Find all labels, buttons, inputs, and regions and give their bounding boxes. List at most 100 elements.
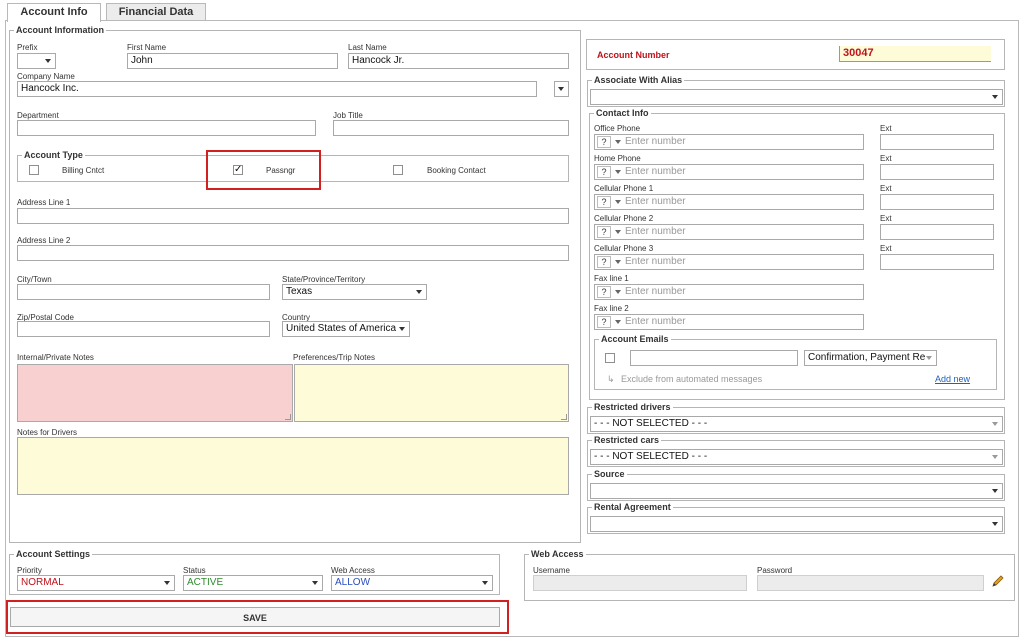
account-number-input[interactable]: 30047 bbox=[839, 46, 991, 62]
booking-contact-checkbox[interactable] bbox=[393, 165, 403, 175]
zip-input[interactable] bbox=[17, 321, 270, 337]
billing-contact-label: Billing Cntct bbox=[62, 166, 105, 175]
address1-label: Address Line 1 bbox=[17, 198, 71, 207]
password-input[interactable] bbox=[757, 575, 984, 591]
ext-input[interactable] bbox=[880, 254, 994, 270]
rental-agreement-select[interactable] bbox=[590, 516, 1003, 532]
save-highlight-box bbox=[6, 600, 509, 634]
priority-select[interactable]: NORMAL bbox=[17, 575, 175, 591]
username-label: Username bbox=[533, 566, 570, 575]
phone-input[interactable]: ? Enter number bbox=[594, 314, 864, 330]
country-code-select[interactable]: ? bbox=[597, 166, 611, 178]
ext-input[interactable] bbox=[880, 194, 994, 210]
tab-financial-data[interactable]: Financial Data bbox=[106, 3, 206, 21]
chevron-down-icon[interactable] bbox=[615, 200, 621, 204]
chevron-down-icon[interactable] bbox=[615, 170, 621, 174]
country-code-select[interactable]: ? bbox=[597, 286, 611, 298]
resize-grip-icon[interactable] bbox=[285, 414, 291, 420]
phone-input[interactable]: ? Enter number bbox=[594, 224, 864, 240]
chevron-down-icon[interactable] bbox=[615, 320, 621, 324]
ext-input[interactable] bbox=[880, 224, 994, 240]
associate-alias-legend: Associate With Alias bbox=[594, 75, 683, 85]
ext-input[interactable] bbox=[880, 134, 994, 150]
phone-placeholder: Enter number bbox=[625, 136, 686, 147]
pencil-edit-icon[interactable] bbox=[990, 573, 1006, 589]
department-input[interactable] bbox=[17, 120, 316, 136]
restricted-cars-select[interactable]: - - - NOT SELECTED - - - bbox=[590, 449, 1003, 465]
account-emails-legend: Account Emails bbox=[601, 334, 669, 344]
email-input[interactable] bbox=[630, 350, 798, 366]
restricted-drivers-legend: Restricted drivers bbox=[594, 402, 671, 412]
phone-label: Cellular Phone 2 bbox=[594, 214, 654, 223]
status-select[interactable]: ACTIVE bbox=[183, 575, 323, 591]
phone-input[interactable]: ? Enter number bbox=[594, 284, 864, 300]
phone-label: Fax line 2 bbox=[594, 304, 629, 313]
ext-label: Ext bbox=[880, 154, 892, 163]
last-name-label: Last Name bbox=[348, 43, 387, 52]
preferences-notes-textarea[interactable] bbox=[294, 364, 569, 422]
country-code-select[interactable]: ? bbox=[597, 316, 611, 328]
billing-contact-checkbox[interactable] bbox=[29, 165, 39, 175]
phone-label: Home Phone bbox=[594, 154, 641, 163]
prefix-select[interactable] bbox=[17, 53, 56, 69]
country-code-select[interactable]: ? bbox=[597, 196, 611, 208]
associate-alias-select[interactable] bbox=[590, 89, 1003, 105]
job-title-label: Job Title bbox=[333, 111, 363, 120]
username-input[interactable] bbox=[533, 575, 747, 591]
company-name-input[interactable]: Hancock Inc. bbox=[17, 81, 537, 97]
ext-label: Ext bbox=[880, 124, 892, 133]
account-type-legend: Account Type bbox=[24, 150, 83, 160]
email-checkbox[interactable] bbox=[605, 353, 615, 363]
exclude-messages-label: Exclude from automated messages bbox=[621, 374, 763, 384]
source-legend: Source bbox=[594, 469, 625, 479]
account-number-label: Account Number bbox=[597, 50, 670, 60]
ext-input[interactable] bbox=[880, 164, 994, 180]
exclude-arrow-icon: ↳ bbox=[607, 374, 615, 384]
chevron-down-icon[interactable] bbox=[615, 260, 621, 264]
phone-input[interactable]: ? Enter number bbox=[594, 194, 864, 210]
country-select[interactable]: United States of America bbox=[282, 321, 410, 337]
company-name-label: Company Name bbox=[17, 72, 75, 81]
phone-input[interactable]: ? Enter number bbox=[594, 134, 864, 150]
phone-placeholder: Enter number bbox=[625, 316, 686, 327]
resize-grip-icon[interactable] bbox=[561, 414, 567, 420]
web-access-select[interactable]: ALLOW bbox=[331, 575, 493, 591]
account-information-legend: Account Information bbox=[16, 25, 104, 35]
address2-input[interactable] bbox=[17, 245, 569, 261]
phone-input[interactable]: ? Enter number bbox=[594, 254, 864, 270]
first-name-input[interactable]: John bbox=[127, 53, 338, 69]
phone-placeholder: Enter number bbox=[625, 226, 686, 237]
address2-label: Address Line 2 bbox=[17, 236, 71, 245]
chevron-down-icon[interactable] bbox=[615, 230, 621, 234]
address1-input[interactable] bbox=[17, 208, 569, 224]
company-dropdown-button[interactable] bbox=[554, 81, 569, 97]
tab-account-info[interactable]: Account Info bbox=[7, 3, 101, 22]
country-code-select[interactable]: ? bbox=[597, 256, 611, 268]
status-label: Status bbox=[183, 566, 206, 575]
web-access-label: Web Access bbox=[331, 566, 375, 575]
web-access-legend: Web Access bbox=[531, 549, 584, 559]
state-select[interactable]: Texas bbox=[282, 284, 427, 300]
ext-label: Ext bbox=[880, 244, 892, 253]
country-code-select[interactable]: ? bbox=[597, 136, 611, 148]
driver-notes-textarea[interactable] bbox=[17, 437, 569, 495]
add-new-email-link[interactable]: Add new bbox=[935, 374, 970, 384]
phone-label: Cellular Phone 1 bbox=[594, 184, 654, 193]
country-code-select[interactable]: ? bbox=[597, 226, 611, 238]
internal-notes-textarea[interactable] bbox=[17, 364, 293, 422]
prefix-label: Prefix bbox=[17, 43, 38, 52]
city-input[interactable] bbox=[17, 284, 270, 300]
internal-notes-label: Internal/Private Notes bbox=[17, 353, 94, 362]
restricted-drivers-select[interactable]: - - - NOT SELECTED - - - bbox=[590, 416, 1003, 432]
phone-placeholder: Enter number bbox=[625, 286, 686, 297]
chevron-down-icon[interactable] bbox=[615, 140, 621, 144]
chevron-down-icon[interactable] bbox=[615, 290, 621, 294]
password-label: Password bbox=[757, 566, 793, 575]
job-title-input[interactable] bbox=[333, 120, 569, 136]
account-settings-legend: Account Settings bbox=[16, 549, 91, 559]
ext-label: Ext bbox=[880, 184, 892, 193]
email-type-select[interactable]: Confirmation, Payment Re bbox=[804, 350, 937, 366]
phone-input[interactable]: ? Enter number bbox=[594, 164, 864, 180]
source-select[interactable] bbox=[590, 483, 1003, 499]
last-name-input[interactable]: Hancock Jr. bbox=[348, 53, 569, 69]
